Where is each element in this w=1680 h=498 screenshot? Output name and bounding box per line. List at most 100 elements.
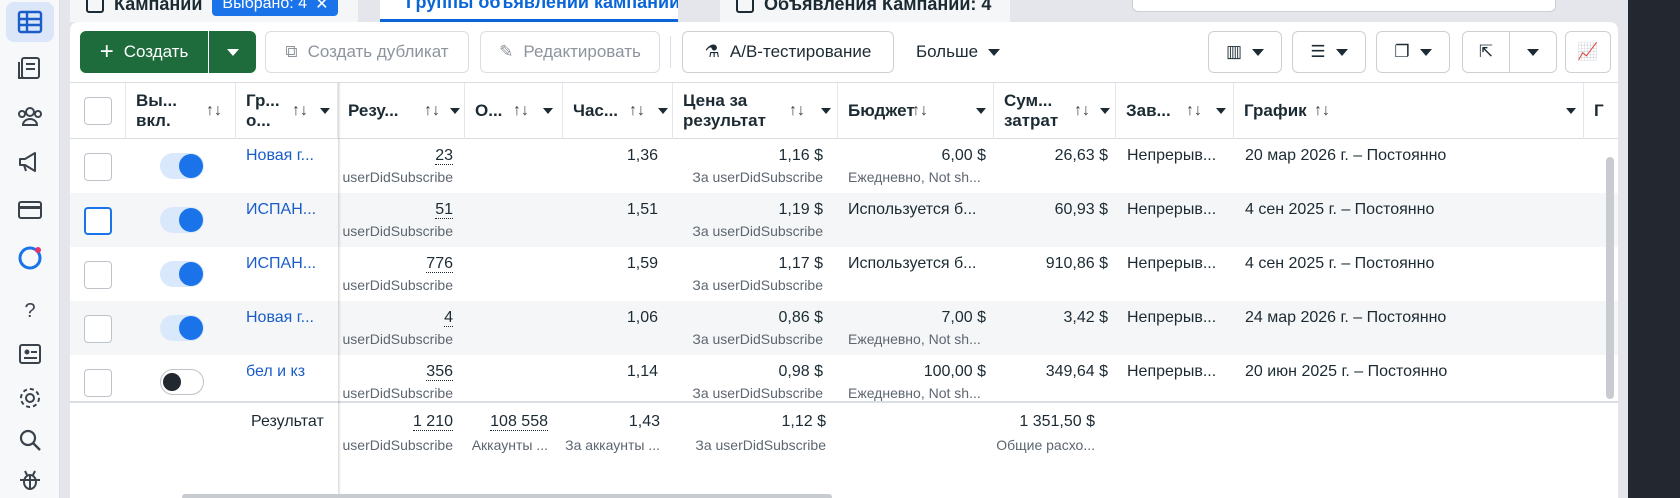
- toolbar: + Создать ⧉ Создать дубликат ✎ Редактиро…: [70, 22, 1618, 82]
- sort-icon[interactable]: ↑↓: [912, 102, 928, 120]
- chevron-down-icon: [1252, 48, 1265, 56]
- header-next[interactable]: Г: [1584, 83, 1618, 139]
- sort-icon[interactable]: ↑↓: [1074, 102, 1090, 120]
- create-button[interactable]: + Создать: [80, 31, 208, 73]
- summary-results-value: 1 210: [412, 413, 453, 431]
- tab-ads[interactable]: Объявления Кампании: 4: [720, 0, 1010, 22]
- pencil-icon: ✎: [499, 42, 514, 61]
- header-onoff[interactable]: Вы... вкл. ↑↓: [126, 83, 236, 139]
- header-adset[interactable]: Гр... о... ↑↓: [236, 83, 338, 139]
- sort-icon[interactable]: ↑↓: [1186, 102, 1202, 120]
- row-checkbox[interactable]: [84, 369, 112, 397]
- table-view-icon[interactable]: [6, 2, 54, 42]
- sort-icon[interactable]: ↑↓: [1314, 102, 1330, 120]
- tab-adsets[interactable]: Группы объявлений кампании: [380, 0, 678, 22]
- duplicate-button[interactable]: ⧉ Создать дубликат: [265, 31, 469, 73]
- chevron-down-icon[interactable]: [1100, 108, 1110, 114]
- onoff-toggle[interactable]: [160, 261, 204, 287]
- header-frequency[interactable]: Час... ↑↓: [563, 83, 673, 139]
- header-results[interactable]: Резу... ↑↓: [338, 83, 465, 139]
- header-cost-per-result[interactable]: Цена за результат ↑↓: [673, 83, 838, 139]
- create-dropdown-button[interactable]: [209, 31, 256, 73]
- edit-button[interactable]: ✎ Редактировать: [480, 31, 660, 73]
- pages-icon[interactable]: [6, 48, 54, 88]
- budget-value[interactable]: 6,00 $: [942, 147, 986, 165]
- chevron-down-icon[interactable]: [543, 108, 553, 114]
- results-value[interactable]: 776: [426, 255, 453, 273]
- help-icon[interactable]: ?: [6, 290, 54, 330]
- adset-name-link[interactable]: ИСПАН...: [246, 201, 316, 219]
- adset-name-link[interactable]: Новая г...: [246, 309, 314, 327]
- chevron-down-icon[interactable]: [821, 108, 831, 114]
- select-all-checkbox[interactable]: [84, 97, 112, 125]
- chevron-down-icon[interactable]: [1566, 108, 1576, 114]
- row-checkbox[interactable]: [84, 153, 112, 181]
- vertical-scrollbar[interactable]: [1606, 157, 1614, 399]
- table-row[interactable]: ИСПАН... 51 userDidSubscribe 1,51 1,19 $…: [70, 193, 1618, 247]
- adset-name-link[interactable]: ИСПАН...: [246, 255, 316, 273]
- settings-gear-icon[interactable]: [6, 378, 54, 418]
- reports-button[interactable]: ❐: [1376, 31, 1450, 73]
- sort-icon[interactable]: ↑↓: [292, 102, 308, 120]
- columns-button[interactable]: ▥: [1208, 31, 1282, 73]
- sort-icon[interactable]: ↑↓: [629, 102, 645, 120]
- tab-ads-label: Объявления Кампании: 4: [764, 0, 992, 14]
- results-value[interactable]: 356: [426, 363, 453, 381]
- header-select-all[interactable]: [70, 83, 126, 139]
- chevron-down-icon[interactable]: [976, 108, 986, 114]
- row-checkbox[interactable]: [84, 207, 112, 235]
- row-checkbox[interactable]: [84, 261, 112, 289]
- sort-icon[interactable]: ↑↓: [789, 102, 805, 120]
- header-frequency-label: Час...: [573, 101, 619, 120]
- adset-name-link[interactable]: Новая г...: [246, 147, 314, 165]
- onoff-toggle[interactable]: [160, 207, 204, 233]
- header-ends[interactable]: Зав... ↑↓: [1116, 83, 1234, 139]
- tab-campaigns[interactable]: Кампании Выбрано: 4 ✕: [70, 0, 358, 22]
- onoff-toggle[interactable]: [160, 369, 204, 395]
- cpr-sub: За userDidSubscribe: [692, 331, 823, 347]
- header-budget[interactable]: Бюджет ↑↓: [838, 83, 994, 139]
- export-button[interactable]: ⇱: [1462, 31, 1510, 73]
- top-search-field[interactable]: [1132, 0, 1556, 12]
- bug-report-icon[interactable]: [6, 460, 54, 498]
- results-value[interactable]: 51: [435, 201, 453, 219]
- budget-value[interactable]: Используется б...: [848, 201, 976, 219]
- close-icon[interactable]: ✕: [315, 0, 328, 14]
- audiences-icon[interactable]: [6, 96, 54, 136]
- selected-chip[interactable]: Выбрано: 4 ✕: [212, 0, 339, 16]
- ab-test-button[interactable]: ⚗ A/B-тестирование: [682, 31, 894, 73]
- row-checkbox[interactable]: [84, 315, 112, 343]
- results-value[interactable]: 23: [435, 147, 453, 165]
- chevron-down-icon[interactable]: [320, 108, 330, 114]
- header-reach[interactable]: О... ↑↓: [465, 83, 563, 139]
- budget-value[interactable]: 7,00 $: [942, 309, 986, 327]
- search-icon[interactable]: [6, 420, 54, 460]
- table-row[interactable]: ИСПАН... 776 userDidSubscribe 1,59 1,17 …: [70, 247, 1618, 301]
- adset-name-link[interactable]: бел и кз: [246, 363, 305, 381]
- breakdown-button[interactable]: ☰: [1292, 31, 1366, 73]
- header-schedule[interactable]: График ↑↓: [1234, 83, 1584, 139]
- spent-value: 26,63 $: [1054, 147, 1108, 164]
- table-row[interactable]: Новая г... 4 userDidSubscribe 1,06 0,86 …: [70, 301, 1618, 355]
- megaphone-icon[interactable]: [6, 142, 54, 182]
- header-amount-spent[interactable]: Сум... затрат ↑↓: [994, 83, 1116, 139]
- profile-card-icon[interactable]: [6, 334, 54, 374]
- chevron-down-icon[interactable]: [450, 108, 460, 114]
- table-row[interactable]: Новая г... 23 userDidSubscribe 1,36 1,16…: [70, 139, 1618, 193]
- sort-icon[interactable]: ↑↓: [513, 102, 529, 120]
- meta-ring-icon[interactable]: [6, 238, 54, 278]
- billing-card-icon[interactable]: [6, 190, 54, 230]
- horizontal-scrollbar[interactable]: [182, 494, 832, 498]
- onoff-toggle[interactable]: [160, 315, 204, 341]
- budget-value[interactable]: 100,00 $: [924, 363, 986, 381]
- budget-value[interactable]: Используется б...: [848, 255, 976, 273]
- charts-button[interactable]: 📈: [1565, 31, 1611, 73]
- sort-icon[interactable]: ↑↓: [424, 102, 440, 120]
- export-dropdown-button[interactable]: [1509, 31, 1557, 73]
- chevron-down-icon[interactable]: [1216, 108, 1226, 114]
- chevron-down-icon[interactable]: [658, 108, 668, 114]
- more-button[interactable]: Больше: [902, 31, 1014, 73]
- onoff-toggle[interactable]: [160, 153, 204, 179]
- sort-icon[interactable]: ↑↓: [206, 102, 222, 120]
- results-value[interactable]: 4: [444, 309, 453, 327]
